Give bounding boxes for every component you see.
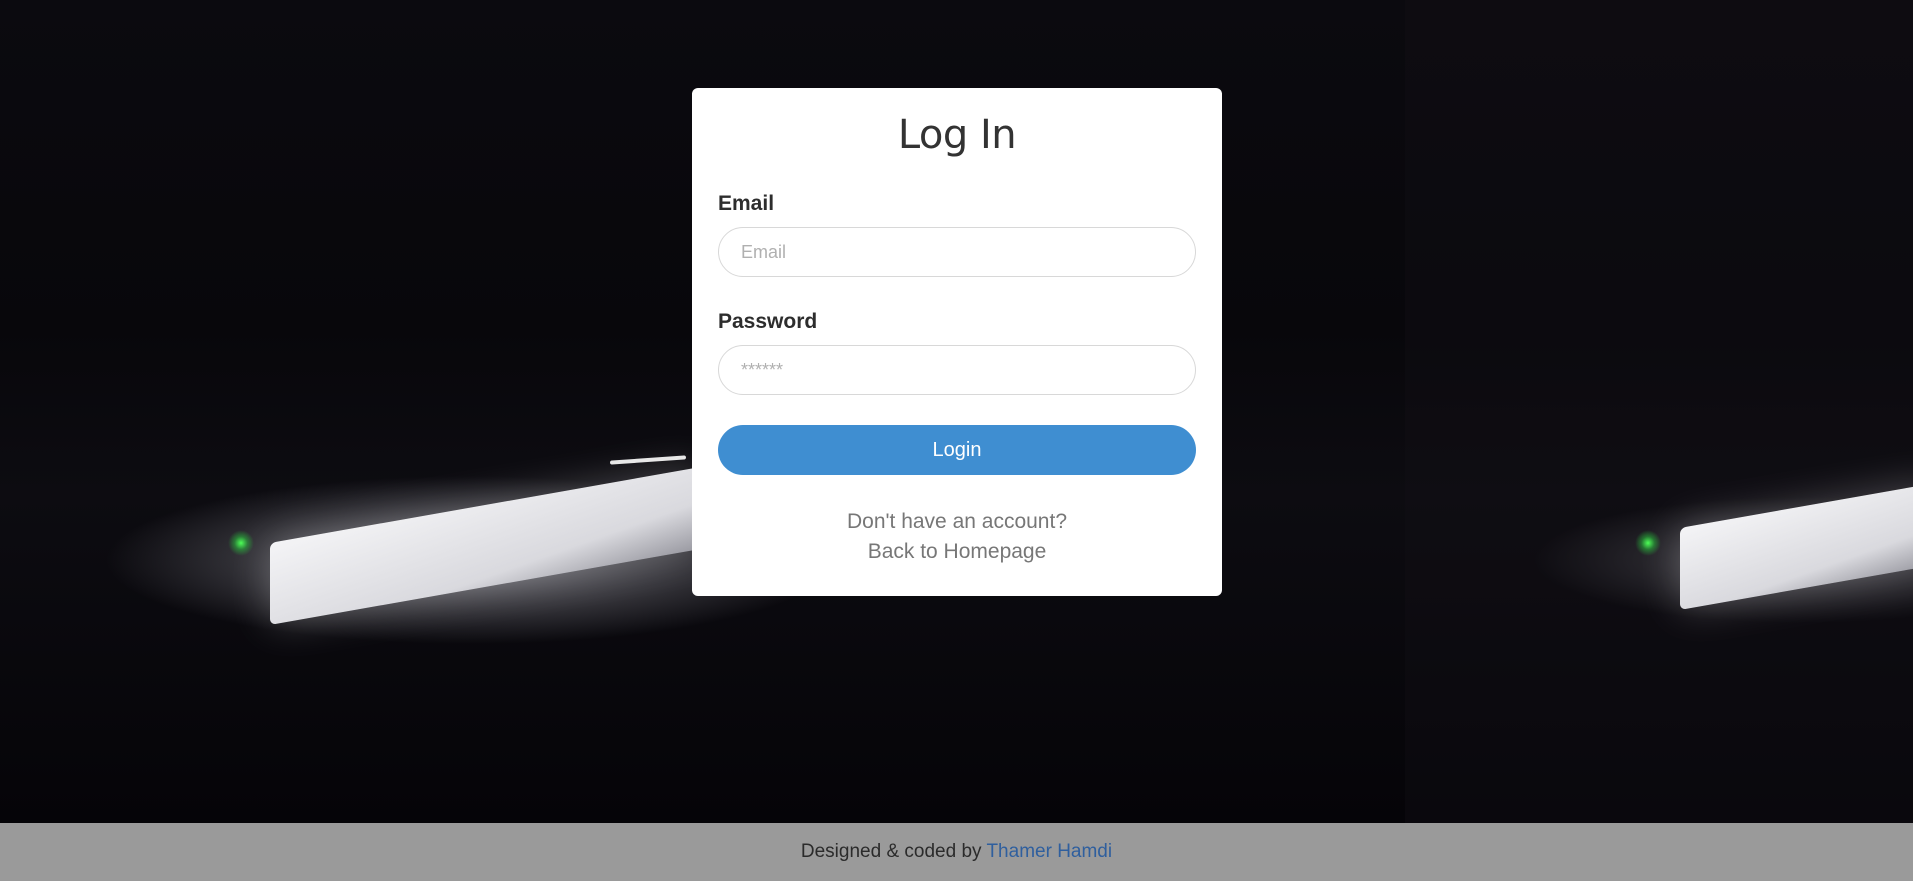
login-card: Log In Email Password Login Don't have a… bbox=[692, 88, 1222, 596]
green-led-glow bbox=[1635, 530, 1661, 556]
background-laptop bbox=[270, 467, 700, 625]
signup-link[interactable]: Don't have an account? bbox=[718, 507, 1196, 537]
footer-author-link[interactable]: Thamer Hamdi bbox=[986, 841, 1112, 862]
login-page: Log In Email Password Login Don't have a… bbox=[0, 0, 1913, 881]
email-label: Email bbox=[718, 192, 775, 215]
footer-credit: Designed & coded by bbox=[800, 841, 987, 862]
login-title: Log In bbox=[897, 112, 1017, 158]
background-panel bbox=[1405, 0, 1913, 823]
card-links: Don't have an account? Back to Homepage bbox=[718, 507, 1196, 567]
background-light-strip bbox=[610, 455, 686, 465]
password-input[interactable] bbox=[718, 345, 1196, 395]
login-button[interactable]: Login bbox=[718, 425, 1196, 475]
email-input[interactable] bbox=[718, 227, 1196, 277]
back-to-homepage-link[interactable]: Back to Homepage bbox=[718, 537, 1196, 567]
footer: Designed & coded by Thamer Hamdi bbox=[0, 823, 1913, 881]
green-led-glow bbox=[228, 530, 254, 556]
password-label: Password bbox=[718, 310, 818, 333]
